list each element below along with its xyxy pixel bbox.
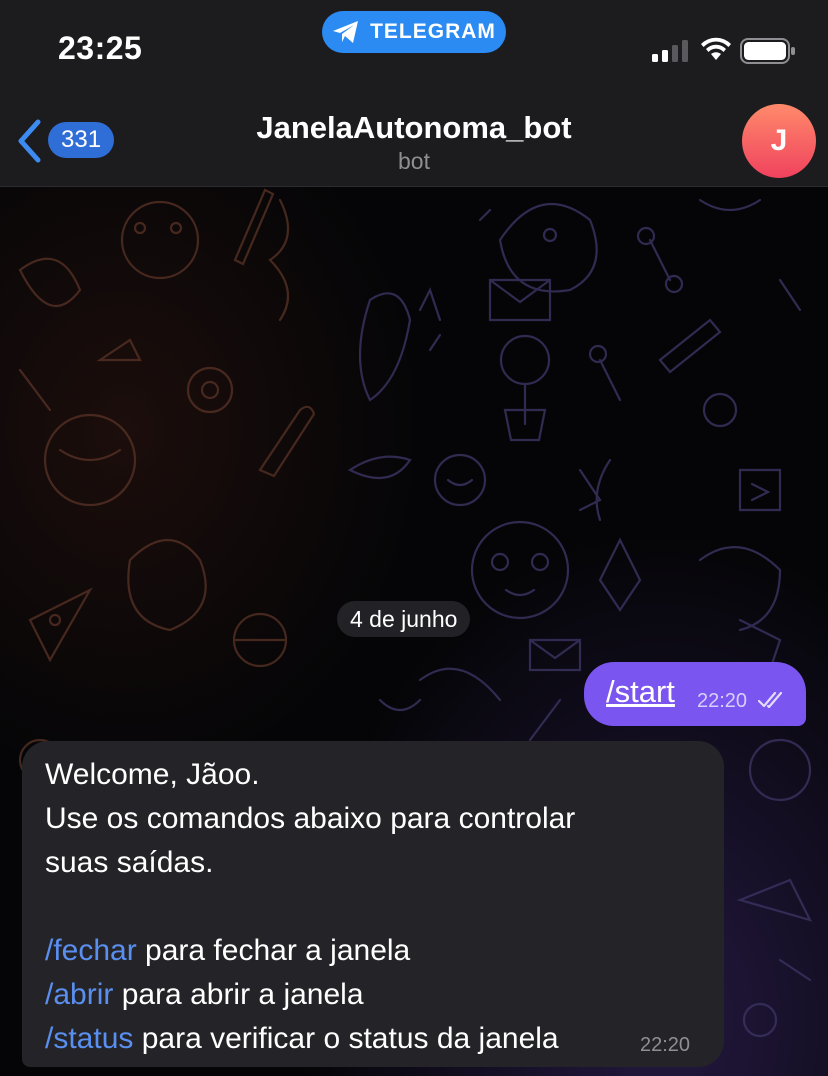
avatar[interactable]: J — [742, 104, 816, 178]
command-link-abrir[interactable]: /abrir — [45, 978, 113, 1011]
battery-icon — [740, 38, 795, 64]
telegram-pill-label: TELEGRAM — [370, 20, 496, 43]
telegram-return-pill[interactable]: TELEGRAM — [322, 11, 506, 53]
incoming-message[interactable]: Welcome, Jãoo. Use os comandos abaixo pa… — [22, 741, 724, 1067]
status-time: 23:25 — [58, 30, 143, 66]
cellular-signal-icon — [652, 40, 688, 62]
command-line-fechar: /fechar para fechar a janela — [45, 929, 685, 973]
chat-subtitle: bot — [398, 148, 430, 174]
command-link-fechar[interactable]: /fechar — [45, 934, 137, 967]
message-time: 22:20 — [640, 1034, 691, 1056]
status-bar: 23:25 TELEGRAM — [0, 0, 828, 96]
command-description: para abrir a janela — [113, 978, 364, 1011]
date-separator: 4 de junho — [337, 601, 471, 637]
command-link-status[interactable]: /status — [45, 1022, 133, 1055]
message-text[interactable]: /start — [606, 674, 675, 710]
message-time: 22:20 — [697, 690, 748, 712]
message-line: Welcome, Jãoo. — [45, 758, 260, 791]
wifi-icon — [701, 37, 731, 60]
message-body: Welcome, Jãoo. Use os comandos abaixo pa… — [45, 753, 685, 1061]
telegram-plane-icon — [333, 21, 359, 43]
command-line-status: /status para verificar o status da janel… — [45, 1017, 685, 1061]
outgoing-message[interactable]: /start 22:20 — [584, 662, 806, 726]
command-description: para verificar o status da janela — [133, 1022, 559, 1055]
double-check-icon — [758, 691, 783, 709]
message-line: suas saídas. — [45, 846, 214, 879]
command-description: para fechar a janela — [136, 934, 411, 967]
command-line-abrir: /abrir para abrir a janela — [45, 973, 685, 1017]
message-line: Use os comandos abaixo para controlar — [45, 802, 576, 835]
chat-header: 331 JanelaAutonoma_bot bot J — [0, 96, 828, 187]
chat-title[interactable]: JanelaAutonoma_bot — [0, 110, 828, 146]
